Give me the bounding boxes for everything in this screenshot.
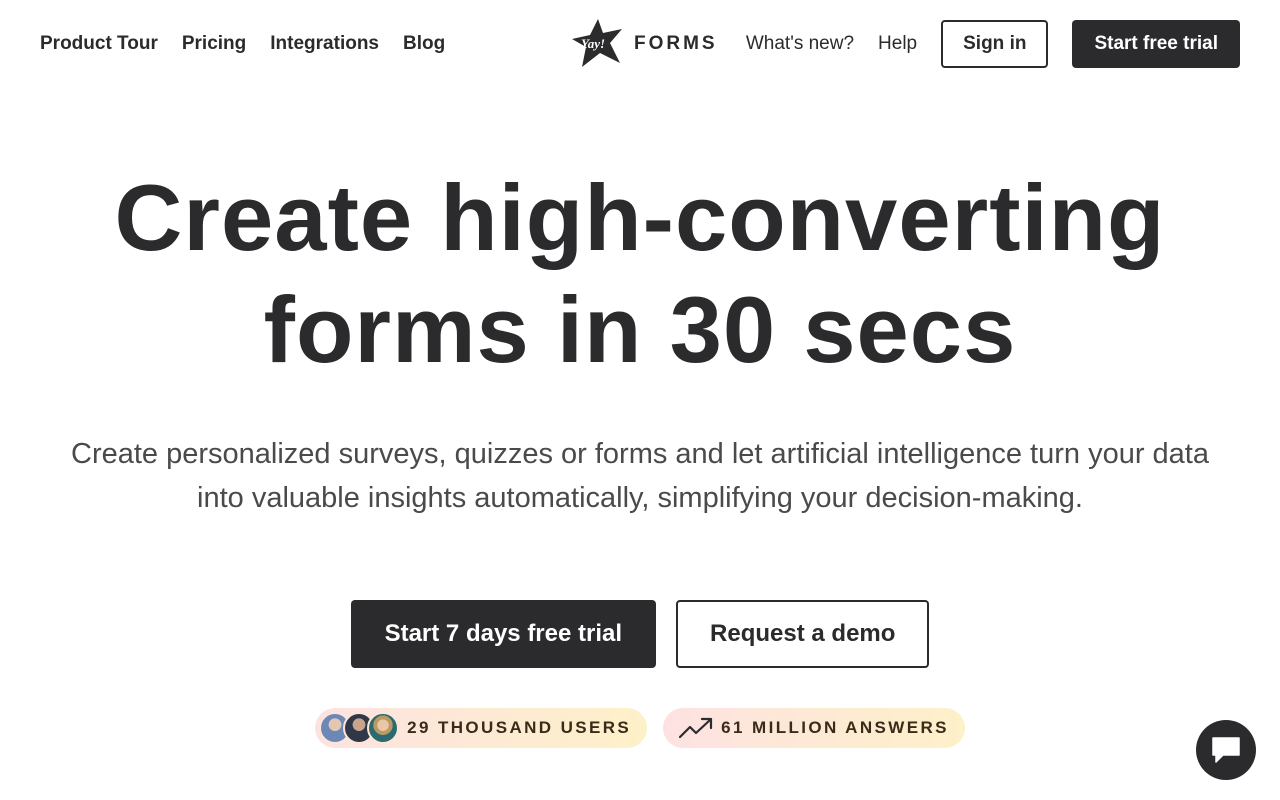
hero-title-line-1: Create high-converting (114, 165, 1166, 270)
yay-star-logo-icon: Yay! (572, 19, 622, 67)
logo-mark-text: Yay! (581, 36, 605, 51)
primary-nav: Product Tour Pricing Integrations Blog (40, 31, 445, 57)
hero-subtitle-line-1: Create personalized surveys, quizzes or … (71, 438, 1209, 470)
help-link[interactable]: Help (878, 20, 917, 68)
avatar (367, 712, 400, 744)
user-avatars (319, 712, 400, 744)
nav-pricing[interactable]: Pricing (182, 31, 246, 57)
hero-title-line-2: forms in 30 secs (263, 277, 1017, 382)
whats-new-link[interactable]: What's new? (746, 20, 854, 68)
chat-widget-button[interactable] (1196, 720, 1256, 780)
answers-count: 61 MILLION ANSWERS (721, 718, 949, 737)
secondary-nav: What's new? Help Sign in Start free tria… (746, 20, 1240, 68)
cta-row: Start 7 days free trial Request a demo (0, 600, 1280, 668)
social-proof-badges: 29 THOUSAND USERS 61 MILLION ANSWERS (0, 708, 1280, 748)
hero-title: Create high-converting forms in 30 secs (0, 162, 1280, 386)
chat-bubble-icon (1212, 737, 1240, 763)
request-demo-button[interactable]: Request a demo (676, 600, 930, 668)
site-header: Product Tour Pricing Integrations Blog Y… (0, 0, 1280, 88)
nav-product-tour[interactable]: Product Tour (40, 31, 158, 57)
users-badge: 29 THOUSAND USERS (315, 708, 648, 748)
sign-in-button[interactable]: Sign in (941, 20, 1049, 68)
nav-integrations[interactable]: Integrations (270, 31, 379, 57)
users-count: 29 THOUSAND USERS (407, 718, 632, 737)
brand-logo[interactable]: Yay! FORMS (572, 19, 718, 69)
start-free-trial-button[interactable]: Start free trial (1072, 20, 1240, 68)
start-7-day-trial-button[interactable]: Start 7 days free trial (350, 600, 657, 668)
nav-blog[interactable]: Blog (403, 31, 445, 57)
trending-up-icon (679, 717, 713, 739)
hero-subtitle-line-2: into valuable insights automatically, si… (197, 482, 1083, 514)
hero-subtitle: Create personalized surveys, quizzes or … (40, 432, 1240, 520)
logo-text: FORMS (634, 33, 718, 54)
answers-badge: 61 MILLION ANSWERS (663, 708, 965, 748)
